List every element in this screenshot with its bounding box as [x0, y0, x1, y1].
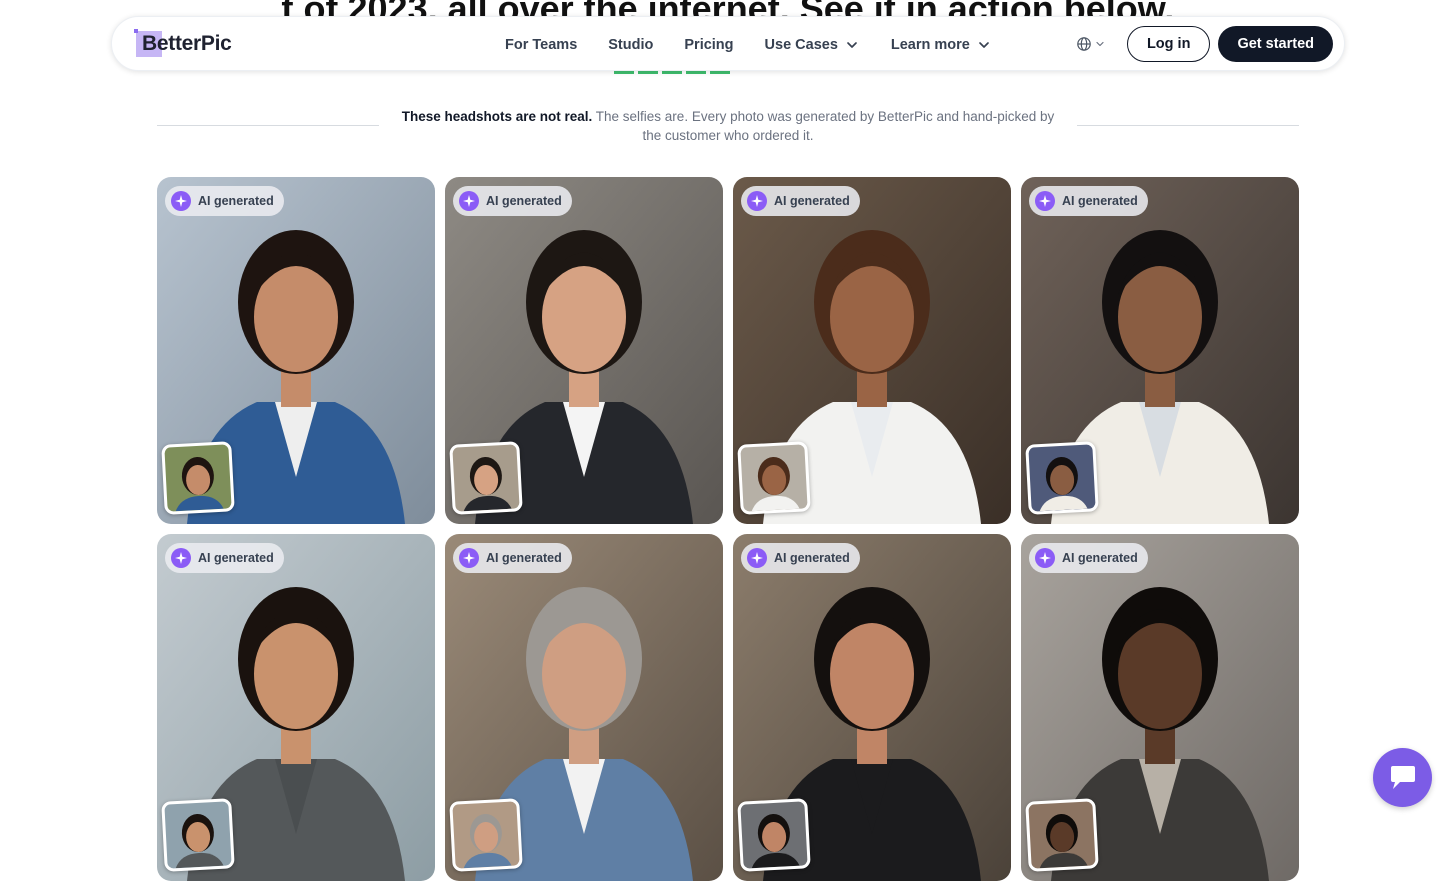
sparkle-shape [1039, 195, 1051, 207]
divider [157, 125, 379, 126]
ai-generated-badge: AI generated [1029, 186, 1148, 216]
get-started-button[interactable]: Get started [1218, 26, 1333, 62]
sparkle-shape [751, 195, 763, 207]
login-button[interactable]: Log in [1126, 26, 1211, 62]
headshot-card: AI generated [157, 177, 435, 524]
selfie-photo [175, 814, 224, 869]
headshot-card: AI generated [1021, 177, 1299, 524]
ai-generated-badge: AI generated [453, 186, 572, 216]
nav-link-label: Studio [608, 36, 654, 53]
divider [1077, 125, 1299, 126]
badge-label: AI generated [198, 194, 274, 208]
headshot-grid: AI generated AI generated AI generated A… [157, 177, 1299, 881]
selfie-thumbnail [737, 798, 811, 872]
disclaimer-text: These headshots are not real. The selfie… [393, 107, 1063, 145]
logo[interactable]: BetterPic [132, 27, 232, 61]
sparkle-shape [463, 552, 475, 564]
nav-link-pricing[interactable]: Pricing [684, 37, 733, 53]
top-navigation: BetterPic For Teams Studio Pricing Use C… [111, 16, 1345, 71]
selfie-thumbnail [449, 798, 523, 872]
selfie-thumbnail [161, 441, 235, 515]
sparkle-shape [175, 552, 187, 564]
selfie-photo [751, 457, 800, 512]
nav-link-label: Use Cases [764, 36, 838, 53]
sparkle-shape [175, 195, 187, 207]
selfie-photo [463, 457, 512, 512]
selfie-thumbnail [161, 798, 235, 872]
sparkle-shape [463, 195, 475, 207]
sparkle-icon [747, 548, 767, 568]
language-selector[interactable] [1076, 36, 1106, 52]
selfie-photo [463, 814, 512, 869]
ai-generated-badge: AI generated [165, 543, 284, 573]
nav-link-label: Learn more [890, 36, 970, 53]
headshot-card: AI generated [733, 534, 1011, 881]
sparkle-icon [1035, 191, 1055, 211]
sparkle-shape [1039, 552, 1051, 564]
nav-link-use-cases[interactable]: Use Cases [765, 37, 860, 53]
selfie-photo [175, 457, 224, 512]
chevron-down-icon [847, 41, 857, 48]
selfie-photo [751, 814, 800, 869]
sparkle-icon [459, 548, 479, 568]
headshot-card: AI generated [733, 177, 1011, 524]
badge-label: AI generated [774, 551, 850, 565]
ai-generated-badge: AI generated [741, 543, 860, 573]
badge-label: AI generated [486, 551, 562, 565]
disclaimer-row: These headshots are not real. The selfie… [157, 107, 1299, 147]
nav-link-learn-more[interactable]: Learn more [891, 37, 992, 53]
globe-icon [1077, 37, 1091, 51]
headshot-card: AI generated [445, 177, 723, 524]
nav-links: For Teams Studio Pricing Use Cases Learn… [505, 17, 1023, 72]
headshot-card: AI generated [1021, 534, 1299, 881]
nav-link-studio[interactable]: Studio [608, 37, 653, 53]
logo-text: BetterPic [142, 32, 232, 55]
ai-generated-badge: AI generated [1029, 543, 1148, 573]
ai-generated-badge: AI generated [453, 543, 572, 573]
ai-generated-badge: AI generated [741, 186, 860, 216]
headshot-card: AI generated [445, 534, 723, 881]
badge-label: AI generated [1062, 194, 1138, 208]
nav-link-label: For Teams [505, 36, 578, 53]
nav-link-label: Pricing [684, 36, 734, 53]
sparkle-icon [171, 548, 191, 568]
selfie-thumbnail [1025, 798, 1099, 872]
disclaimer-rest: The selfies are. Every photo was generat… [592, 109, 1055, 143]
nav-actions: Log in Get started [1076, 26, 1333, 62]
badge-label: AI generated [774, 194, 850, 208]
badge-label: AI generated [1062, 551, 1138, 565]
selfie-thumbnail [449, 441, 523, 515]
selfie-photo [1039, 814, 1088, 869]
nav-link-for-teams[interactable]: For Teams [505, 37, 577, 53]
sparkle-shape [751, 552, 763, 564]
sparkle-icon [747, 191, 767, 211]
selfie-thumbnail [1025, 441, 1099, 515]
headshot-card: AI generated [157, 534, 435, 881]
sparkle-icon [171, 191, 191, 211]
ai-generated-badge: AI generated [165, 186, 284, 216]
selfie-thumbnail [737, 441, 811, 515]
selfie-photo [1039, 457, 1088, 512]
badge-label: AI generated [486, 194, 562, 208]
chevron-down-icon [979, 41, 989, 48]
chevron-down-icon [1096, 41, 1104, 47]
badge-label: AI generated [198, 551, 274, 565]
chat-button[interactable] [1373, 748, 1432, 807]
chat-bubble-icon [1390, 765, 1415, 789]
sparkle-icon [1035, 548, 1055, 568]
sparkle-icon [459, 191, 479, 211]
disclaimer-bold: These headshots are not real. [401, 109, 593, 124]
